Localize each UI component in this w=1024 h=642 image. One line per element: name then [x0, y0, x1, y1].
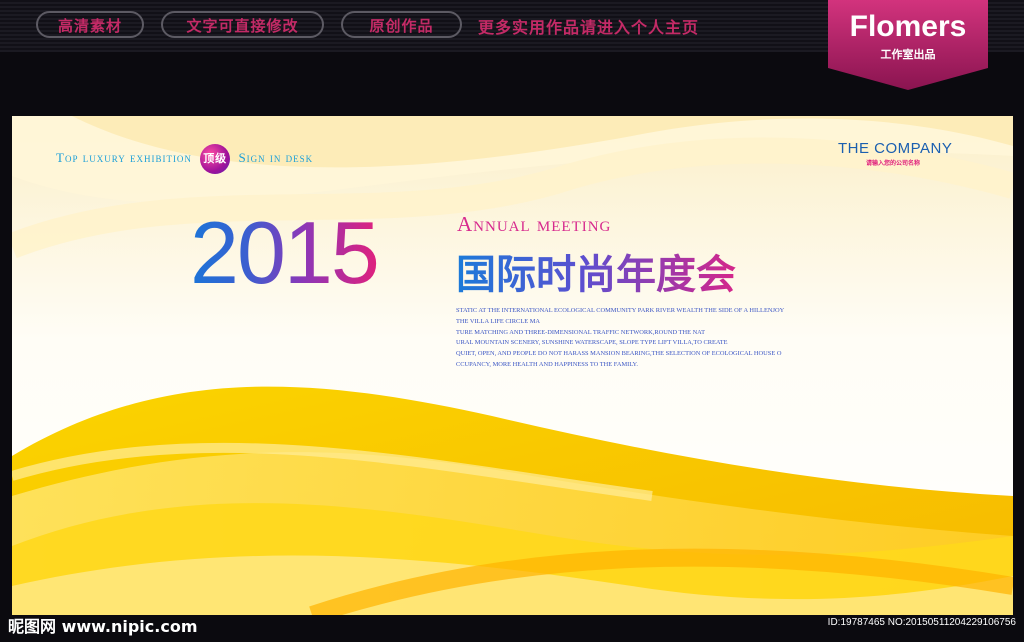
description-text: STATIC AT THE INTERNATIONAL ECOLOGICAL C… — [456, 306, 856, 371]
watermark-text: 昵图网 www.nipic.com — [8, 617, 198, 636]
brand-subtitle: 工作室出品 — [880, 48, 936, 61]
top-grade-badge: 顶级 — [200, 144, 231, 174]
description-line: THE VILLA LIFE CIRCLE MA — [456, 317, 541, 325]
promo-link[interactable]: 更多实用作品请进入个人主页 — [478, 14, 699, 38]
company-name-hint: 请输入您的公司名称 — [866, 160, 921, 167]
description-line: CCUPANCY, MORE HEALTH AND HAPPINESS TO T… — [456, 360, 638, 368]
poster: Top luxury exhibition 顶级 Sign in desk TH… — [12, 116, 1013, 615]
description-line: QUIET, OPEN, AND PEOPLE DO NOT HARASS MA… — [456, 350, 782, 358]
description-line: URAL MOUNTAIN SCENERY, SUNSHINE WATERSCA… — [456, 339, 728, 347]
original-work-button[interactable]: 原创作品 — [341, 11, 462, 38]
tagline: Top luxury exhibition 顶级 Sign in desk — [56, 144, 313, 174]
editable-text-button[interactable]: 文字可直接修改 — [161, 11, 324, 38]
annual-meeting-label: Annual meeting — [457, 212, 612, 236]
description-line: STATIC AT THE INTERNATIONAL ECOLOGICAL C… — [456, 307, 785, 314]
description-line: TURE MATCHING AND THREE-DIMENSIONAL TRAF… — [456, 328, 705, 336]
main-title: 国际时尚年度会 — [456, 242, 736, 300]
hd-material-button[interactable]: 高清素材 — [36, 11, 144, 38]
tagline-exhibition: Top luxury exhibition — [56, 149, 192, 165]
company-name: THE COMPANY — [838, 140, 953, 157]
brand-badge: Flomers 工作室出品 — [828, 0, 988, 90]
image-id-text: ID:19787465 NO:20150511204229106756 — [827, 617, 1016, 628]
year-title: 2015 — [190, 203, 380, 302]
brand-name: Flomers — [849, 10, 967, 43]
tagline-sign-in: Sign in desk — [238, 149, 314, 165]
